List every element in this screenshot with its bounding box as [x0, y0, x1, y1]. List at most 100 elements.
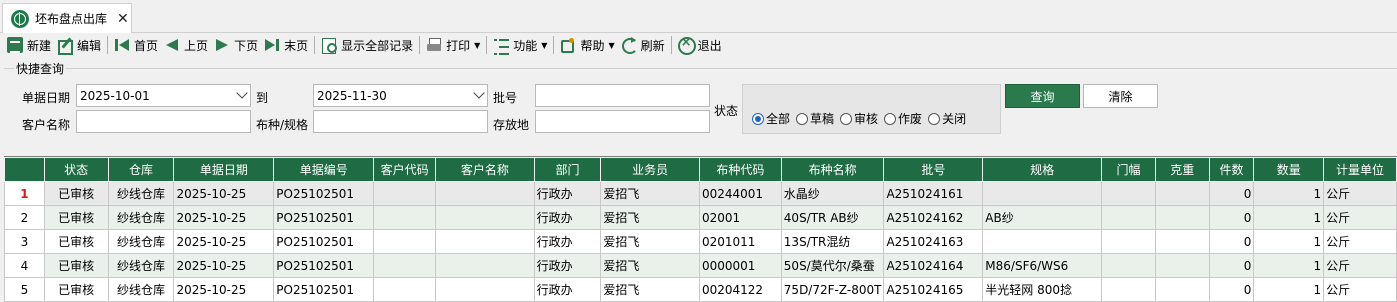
- cell-width[interactable]: [1101, 181, 1156, 206]
- chevron-down-icon[interactable]: [473, 87, 485, 99]
- status-radio-draft[interactable]: 草稿: [796, 110, 834, 127]
- cell-date[interactable]: 2025-10-25: [173, 253, 275, 278]
- cell-warehouse[interactable]: 纱线仓库: [107, 205, 175, 230]
- radio-icon[interactable]: [796, 112, 809, 125]
- cell-dept[interactable]: 行政办: [533, 205, 602, 230]
- cell-fabric-name[interactable]: 40S/TR AB纱: [780, 205, 885, 230]
- cell-fabric-name[interactable]: 75D/72F-Z-800T: [780, 277, 885, 302]
- cell-unit[interactable]: 公斤: [1323, 181, 1397, 206]
- header-cell[interactable]: 规格: [982, 157, 1103, 182]
- cell-batch[interactable]: A251024165: [883, 277, 984, 302]
- cell-weight[interactable]: [1154, 205, 1210, 230]
- cell-spec[interactable]: AB纱: [982, 205, 1103, 230]
- cell-spec[interactable]: [982, 229, 1103, 254]
- cell-pieces[interactable]: 0: [1208, 181, 1255, 206]
- cell-cust-name[interactable]: [435, 181, 535, 206]
- cell-doc-no[interactable]: PO25102501: [273, 229, 375, 254]
- cell-cust-code[interactable]: [373, 181, 437, 206]
- cell-qty[interactable]: 1: [1253, 181, 1325, 206]
- cell-fabric-code[interactable]: 0000001: [698, 253, 782, 278]
- table-row[interactable]: 3 已审核 纱线仓库 2025-10-25 PO25102501 行政办 爱招飞 020101…: [4, 229, 1397, 254]
- cell-batch[interactable]: A251024162: [883, 205, 984, 230]
- cell-status[interactable]: 已审核: [43, 229, 109, 254]
- new-button[interactable]: 新建: [4, 35, 54, 55]
- cell-date[interactable]: 2025-10-25: [173, 181, 275, 206]
- cell-batch[interactable]: A251024163: [883, 229, 984, 254]
- cell-spec[interactable]: [982, 181, 1103, 206]
- cell-doc-no[interactable]: PO25102501: [273, 277, 375, 302]
- cell-batch[interactable]: A251024164: [883, 253, 984, 278]
- status-radio-approved[interactable]: 审核: [840, 110, 878, 127]
- cell-dept[interactable]: 行政办: [533, 181, 602, 206]
- cell-doc-no[interactable]: PO25102501: [273, 205, 375, 230]
- row-number-cell[interactable]: 4: [4, 253, 45, 278]
- cell-unit[interactable]: 公斤: [1323, 205, 1397, 230]
- header-cell[interactable]: 布种名称: [780, 157, 885, 182]
- cell-spec[interactable]: M86/SF6/WS6: [982, 253, 1103, 278]
- radio-icon[interactable]: [840, 112, 853, 125]
- cell-cust-code[interactable]: [373, 253, 437, 278]
- cell-dept[interactable]: 行政办: [533, 229, 602, 254]
- cell-cust-name[interactable]: [435, 277, 535, 302]
- chevron-down-icon[interactable]: [236, 87, 248, 99]
- edit-button[interactable]: 编辑: [54, 35, 104, 55]
- header-cell[interactable]: 数量: [1253, 157, 1325, 182]
- header-cell[interactable]: 部门: [533, 157, 602, 182]
- header-cell[interactable]: 客户代码: [373, 157, 437, 182]
- cell-pieces[interactable]: 0: [1208, 205, 1255, 230]
- cell-unit[interactable]: 公斤: [1323, 253, 1397, 278]
- cell-salesman[interactable]: 爱招飞: [600, 205, 700, 230]
- cell-cust-code[interactable]: [373, 205, 437, 230]
- cell-fabric-code[interactable]: 0201011: [698, 229, 782, 254]
- header-cell[interactable]: 客户名称: [435, 157, 535, 182]
- cell-warehouse[interactable]: 纱线仓库: [107, 229, 175, 254]
- cell-doc-no[interactable]: PO25102501: [273, 253, 375, 278]
- cell-cust-code[interactable]: [373, 277, 437, 302]
- cell-status[interactable]: 已审核: [43, 205, 109, 230]
- cell-pieces[interactable]: 0: [1208, 253, 1255, 278]
- tab-fabric-inventory-outbound[interactable]: 坯布盘点出库 ✕: [2, 3, 132, 33]
- cell-warehouse[interactable]: 纱线仓库: [107, 277, 175, 302]
- prev-page-button[interactable]: 上页: [161, 35, 211, 55]
- cell-fabric-code[interactable]: 00204122: [698, 277, 782, 302]
- header-cell[interactable]: 计量单位: [1323, 157, 1397, 182]
- header-cell[interactable]: 单据编号: [273, 157, 375, 182]
- cell-width[interactable]: [1101, 229, 1156, 254]
- help-menu-button[interactable]: 帮助 ▼: [557, 35, 617, 55]
- cell-fabric-code[interactable]: 00244001: [698, 181, 782, 206]
- cell-unit[interactable]: 公斤: [1323, 229, 1397, 254]
- header-cell[interactable]: 单据日期: [173, 157, 275, 182]
- header-cell[interactable]: 克重: [1154, 157, 1210, 182]
- cell-fabric-name[interactable]: 50S/莫代尔/桑蚕: [780, 253, 885, 278]
- cell-width[interactable]: [1101, 253, 1156, 278]
- cell-doc-no[interactable]: PO25102501: [273, 181, 375, 206]
- cell-cust-code[interactable]: [373, 229, 437, 254]
- radio-icon[interactable]: [928, 112, 941, 125]
- next-page-button[interactable]: 下页: [211, 35, 261, 55]
- header-cell[interactable]: 业务员: [600, 157, 700, 182]
- cell-cust-name[interactable]: [435, 253, 535, 278]
- cell-cust-name[interactable]: [435, 229, 535, 254]
- cell-pieces[interactable]: 0: [1208, 277, 1255, 302]
- cell-qty[interactable]: 1: [1253, 277, 1325, 302]
- query-button[interactable]: 查询: [1005, 84, 1080, 108]
- table-row[interactable]: 1 已审核 纱线仓库 2025-10-25 PO25102501 行政办 爱招飞 002440…: [4, 181, 1397, 206]
- cell-width[interactable]: [1101, 277, 1156, 302]
- header-cell[interactable]: [4, 157, 45, 182]
- cell-spec[interactable]: 半光轻网 800捻: [982, 277, 1103, 302]
- status-radio-all[interactable]: 全部: [752, 110, 790, 127]
- storage-input[interactable]: [535, 110, 710, 133]
- status-radio-closed[interactable]: 关闭: [928, 110, 966, 127]
- row-number-cell[interactable]: 2: [4, 205, 45, 230]
- cell-status[interactable]: 已审核: [43, 253, 109, 278]
- header-cell[interactable]: 门幅: [1101, 157, 1156, 182]
- cell-salesman[interactable]: 爱招飞: [600, 253, 700, 278]
- header-cell[interactable]: 仓库: [107, 157, 175, 182]
- cell-salesman[interactable]: 爱招飞: [600, 229, 700, 254]
- cell-qty[interactable]: 1: [1253, 253, 1325, 278]
- show-all-records-button[interactable]: 显示全部记录: [318, 35, 416, 55]
- radio-icon[interactable]: [884, 112, 897, 125]
- exit-button[interactable]: 退出: [675, 35, 725, 55]
- cell-status[interactable]: 已审核: [43, 181, 109, 206]
- customer-input[interactable]: [76, 110, 251, 133]
